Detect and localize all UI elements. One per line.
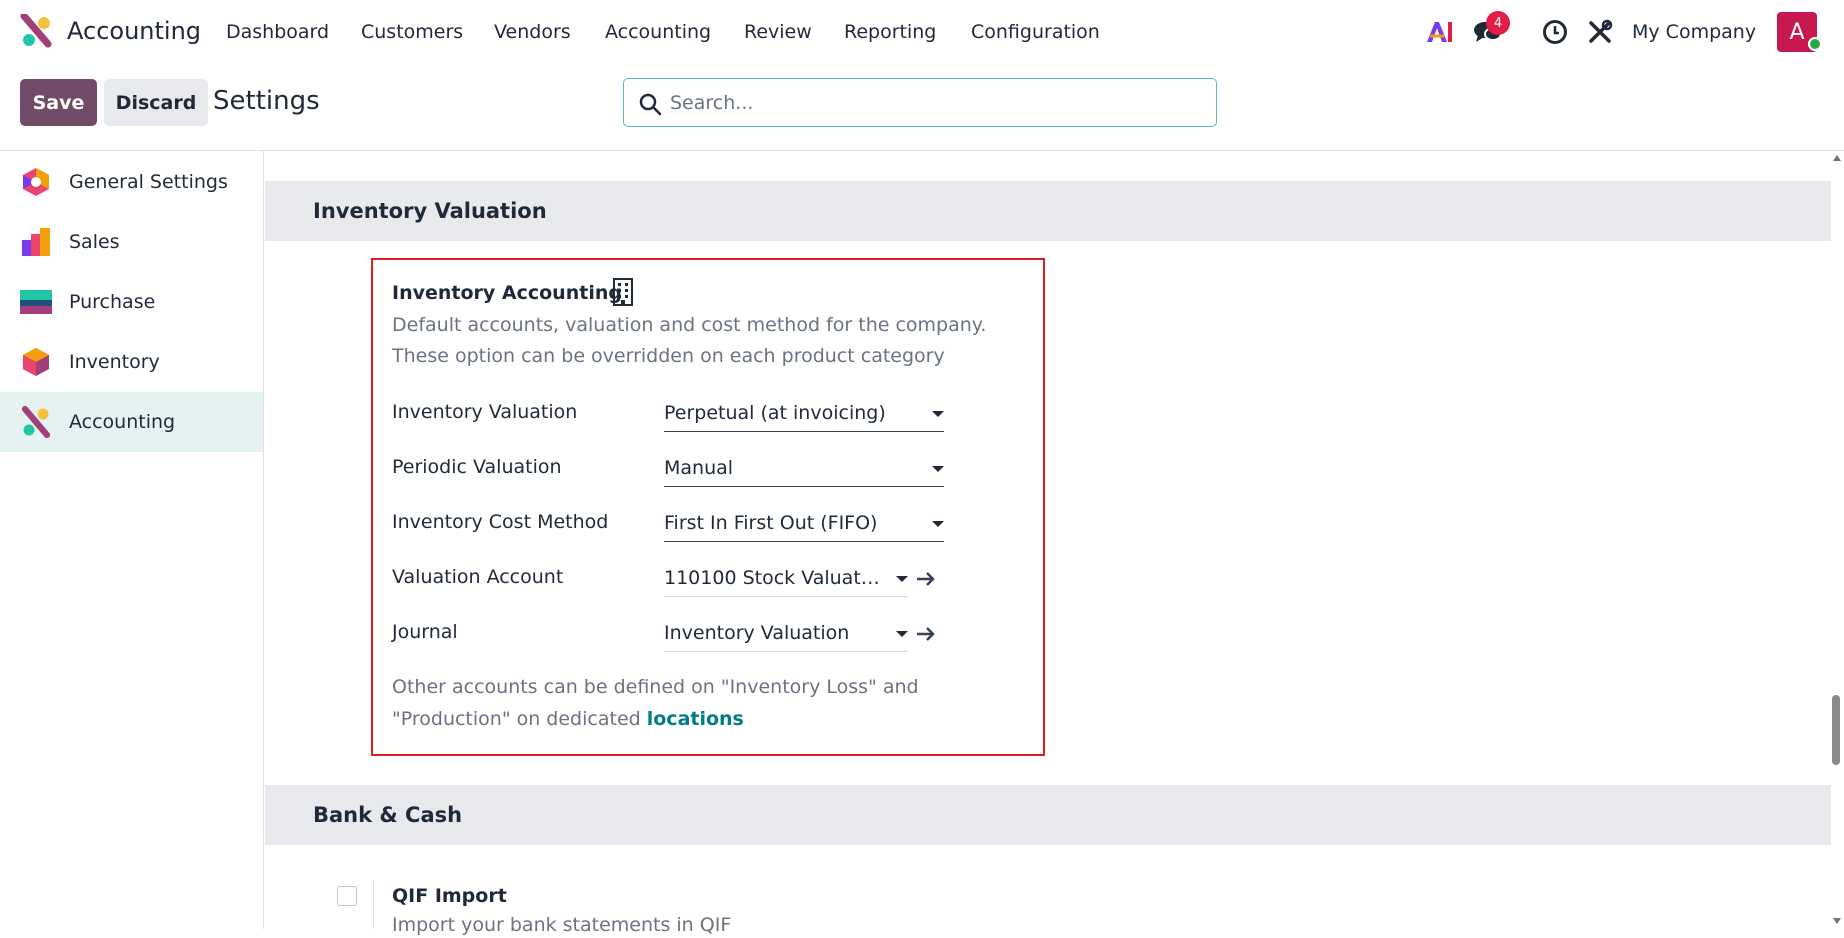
sidebar-item-purchase[interactable]: Purchase [0, 272, 263, 332]
periodic-valuation-label: Periodic Valuation [392, 456, 562, 478]
scroll-up-arrow-icon[interactable] [1833, 155, 1841, 161]
sidebar-item-label: Accounting [69, 411, 176, 433]
sidebar-item-label: Inventory [69, 351, 160, 373]
inventory-accounting-desc-2: These option can be overridden on each p… [392, 345, 945, 367]
inventory-valuation-label: Inventory Valuation [392, 401, 578, 423]
cost-method-label: Inventory Cost Method [392, 511, 609, 533]
journal-label: Journal [392, 621, 458, 643]
locations-link[interactable]: locations [647, 708, 744, 730]
valuation-account-select[interactable]: 110100 Stock Valuat… [664, 563, 908, 597]
menu-reporting[interactable]: Reporting [844, 20, 936, 44]
sidebar-item-label: Sales [69, 231, 120, 253]
journal-value: Inventory Valuation [664, 622, 850, 644]
accounting-icon [22, 406, 50, 438]
search-input[interactable] [668, 87, 1198, 119]
app-title[interactable]: Accounting [67, 14, 201, 48]
sidebar-item-label: Purchase [69, 291, 156, 313]
menu-vendors[interactable]: Vendors [494, 20, 571, 44]
setting-divider [373, 880, 374, 929]
company-building-icon [613, 278, 633, 306]
top-navbar: Accounting Dashboard Customers Vendors A… [0, 0, 1844, 64]
accounting-app-icon[interactable] [20, 14, 52, 48]
purchase-icon [20, 290, 52, 314]
save-button[interactable]: Save [20, 79, 97, 126]
sales-icon [22, 228, 50, 256]
section-title-inventory-valuation: Inventory Valuation [313, 199, 547, 223]
messages-badge: 4 [1486, 11, 1510, 35]
inventory-accounting-title: Inventory Accounting [392, 282, 622, 304]
chevron-down-icon [932, 411, 944, 417]
chevron-down-icon [896, 576, 908, 582]
valuation-account-label: Valuation Account [392, 566, 564, 588]
search-icon [639, 93, 662, 116]
open-record-arrow-icon[interactable] [914, 622, 938, 646]
ai-icon[interactable] [1424, 16, 1456, 48]
periodic-valuation-select[interactable]: Manual [664, 453, 944, 487]
sidebar-item-accounting[interactable]: Accounting [0, 392, 263, 452]
journal-select[interactable]: Inventory Valuation [664, 618, 908, 652]
online-status-dot [1808, 37, 1822, 51]
inventory-valuation-select[interactable]: Perpetual (at invoicing) [664, 398, 944, 432]
discard-button[interactable]: Discard [104, 79, 208, 126]
company-switcher[interactable]: My Company [1632, 20, 1756, 44]
menu-customers[interactable]: Customers [361, 20, 463, 44]
inventory-icon [23, 348, 49, 376]
other-accounts-note-1: Other accounts can be defined on "Invent… [392, 676, 919, 698]
sidebar-item-general-settings[interactable]: General Settings [0, 152, 263, 212]
search-box[interactable] [623, 78, 1217, 127]
open-record-arrow-icon[interactable] [914, 567, 938, 591]
scroll-down-arrow-icon[interactable] [1833, 918, 1841, 924]
valuation-account-value: 110100 Stock Valuat… [664, 567, 880, 589]
cost-method-value: First In First Out (FIFO) [664, 512, 878, 534]
general-settings-icon [23, 168, 49, 196]
chevron-down-icon [896, 631, 908, 637]
header-divider [0, 150, 1844, 151]
periodic-valuation-value: Manual [664, 457, 734, 479]
section-title-bank-cash: Bank & Cash [313, 803, 463, 827]
inventory-valuation-value: Perpetual (at invoicing) [664, 402, 886, 424]
cost-method-select[interactable]: First In First Out (FIFO) [664, 508, 944, 542]
qif-import-checkbox[interactable] [337, 886, 357, 906]
qif-import-title: QIF Import [392, 885, 507, 907]
scrollbar-thumb[interactable] [1832, 695, 1840, 765]
qif-import-desc: Import your bank statements in QIF [392, 914, 732, 936]
other-accounts-note-text: "Production" on dedicated [392, 708, 647, 730]
menu-review[interactable]: Review [744, 20, 812, 44]
chevron-down-icon [932, 521, 944, 527]
menu-configuration[interactable]: Configuration [971, 20, 1100, 44]
menu-accounting[interactable]: Accounting [605, 20, 711, 44]
menu-dashboard[interactable]: Dashboard [226, 20, 329, 44]
activity-clock-icon[interactable] [1539, 16, 1571, 48]
section-header-bank-cash [265, 785, 1831, 845]
sidebar-item-sales[interactable]: Sales [0, 212, 263, 272]
page-title: Settings [213, 86, 320, 116]
debug-tools-icon[interactable] [1584, 16, 1616, 48]
sidebar-item-inventory[interactable]: Inventory [0, 332, 263, 392]
inventory-accounting-desc-1: Default accounts, valuation and cost met… [392, 314, 987, 336]
chevron-down-icon [932, 466, 944, 472]
other-accounts-note-2: "Production" on dedicated locations [392, 703, 1012, 735]
sidebar-item-label: General Settings [69, 171, 228, 193]
settings-sidebar: General Settings Sales Purchase Inventor… [0, 151, 264, 929]
